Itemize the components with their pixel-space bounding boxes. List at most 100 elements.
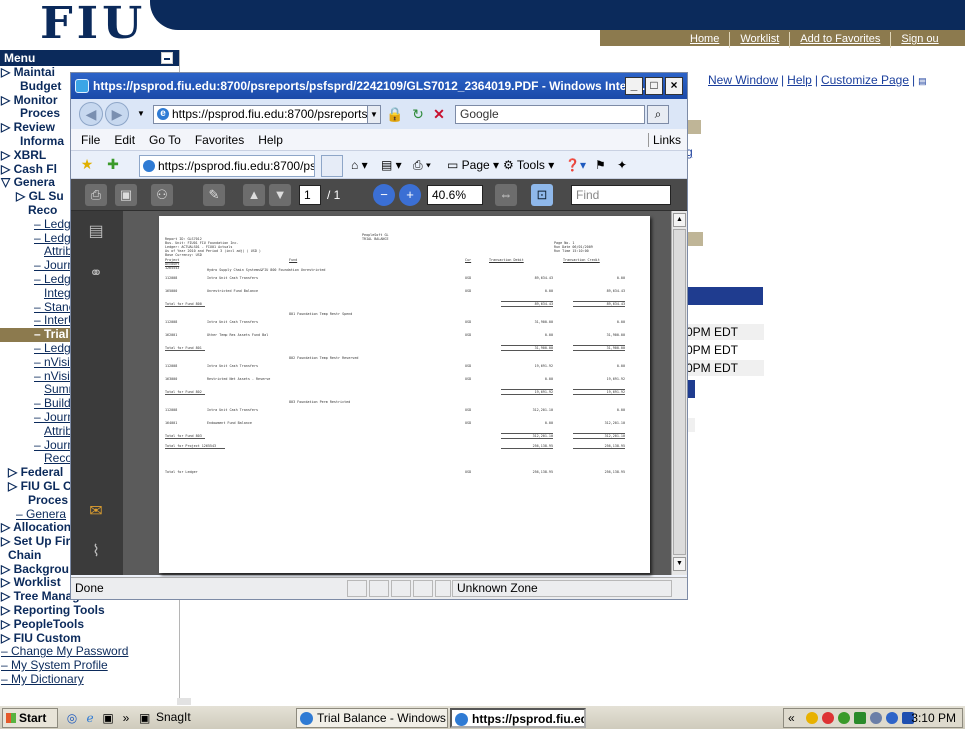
comment-icon[interactable]: ✎ — [203, 184, 225, 206]
page-number-input[interactable]: 1 — [299, 185, 321, 205]
ie-title-bar[interactable]: https://psprod.fiu.edu:8700/psreports/ps… — [71, 73, 687, 99]
sign-out-link[interactable]: Sign ou — [890, 32, 948, 48]
address-bar[interactable]: e https://psprod.fiu.edu:8700/psreports/… — [153, 105, 373, 124]
lock-icon[interactable]: 🔒 — [385, 104, 405, 124]
security-tray-icon[interactable] — [806, 712, 818, 724]
worklist-link[interactable]: Worklist — [729, 32, 789, 48]
menu-file[interactable]: File — [81, 133, 100, 147]
snagit-quicklaunch-icon[interactable]: ▣ — [100, 710, 116, 726]
previous-page-icon[interactable]: ▲ — [243, 184, 265, 206]
new-window-link[interactable]: New Window — [708, 73, 778, 87]
scroll-up-icon[interactable]: ▲ — [673, 213, 686, 227]
menu-help[interactable]: Help — [258, 133, 283, 147]
zoom-in-icon[interactable]: + — [399, 184, 421, 206]
ie-icon — [75, 79, 89, 93]
minimize-icon[interactable]: _ — [625, 77, 643, 95]
fit-page-icon[interactable]: ⊡ — [531, 184, 553, 206]
add-to-favorites-link[interactable]: Add to Favorites — [789, 32, 890, 48]
scroll-down-icon[interactable]: ▼ — [673, 557, 686, 571]
network-tray-icon[interactable] — [822, 712, 834, 724]
debit-amount: 312,201.10 — [532, 408, 553, 412]
customize-page-link[interactable]: Customize Page — [821, 73, 909, 87]
messenger-icon[interactable]: ✦ — [617, 156, 627, 174]
bookmarks-icon[interactable]: ⚭ — [85, 263, 107, 285]
page-menu[interactable]: ▭ Page ▾ — [447, 156, 499, 174]
page-total: / 1 — [327, 188, 341, 202]
home-link[interactable]: Home — [680, 32, 729, 48]
menu-item[interactable]: ▷ Reporting Tools — [0, 603, 179, 618]
ie-status-bar: Done Unknown Zone — [71, 577, 687, 599]
col-debit: Transaction Debit — [489, 258, 524, 262]
browser-tab[interactable]: https://psprod.fiu.edu:8700/psrepor... — [139, 155, 315, 177]
zoom-out-icon[interactable]: − — [373, 184, 395, 206]
research-icon[interactable]: ⚑ — [595, 156, 606, 174]
start-button[interactable]: Start — [2, 708, 58, 728]
search-input[interactable]: Google — [455, 105, 645, 124]
share-icon[interactable]: ⚇ — [151, 184, 173, 206]
refresh-icon[interactable]: ↻ — [408, 104, 428, 124]
menu-header: Menu — [0, 50, 179, 66]
taskbar-item-pdf[interactable]: https://psprod.fiu.ed... — [450, 708, 586, 728]
next-page-icon[interactable]: ▼ — [269, 184, 291, 206]
col-credit: Transaction Credit — [563, 258, 600, 262]
tools-menu[interactable]: ⚙ Tools ▾ — [503, 156, 554, 174]
add-favorite-icon[interactable]: ✚ — [103, 154, 123, 174]
pdf-vertical-scrollbar[interactable]: ▲ ▼ — [671, 211, 687, 575]
back-button[interactable]: ◀ — [79, 102, 103, 126]
rule-line — [573, 394, 625, 395]
feeds-icon[interactable]: ▤ ▾ — [381, 156, 402, 174]
menu-item[interactable]: – My Dictionary — [0, 672, 179, 687]
quicklaunch-icon[interactable]: ◎ — [64, 710, 80, 726]
ie-quicklaunch-icon[interactable]: ℯ — [82, 710, 98, 726]
security-zone[interactable]: Unknown Zone — [452, 580, 672, 597]
favorites-star-icon[interactable]: ★ — [77, 154, 97, 174]
find-input[interactable]: Find — [571, 185, 671, 205]
attachments-icon[interactable]: ⌇ — [85, 541, 107, 563]
recent-pages-icon[interactable]: ▼ — [131, 104, 151, 124]
menu-item[interactable]: ▷ FIU Custom — [0, 631, 179, 646]
debit-amount: 0.00 — [544, 421, 553, 425]
print-icon[interactable]: ⎙ — [85, 184, 107, 206]
update-tray-icon[interactable] — [870, 712, 882, 724]
collapse-menu-icon[interactable] — [161, 52, 173, 64]
menu-go-to[interactable]: Go To — [149, 133, 181, 147]
tray-expand-icon[interactable]: « — [788, 709, 795, 727]
menu-favorites[interactable]: Favorites — [195, 133, 244, 147]
ledger-total-label: Total for Ledger — [165, 470, 198, 474]
rule-line — [501, 448, 553, 449]
links-toolbar[interactable]: Links — [647, 132, 681, 147]
print-icon[interactable]: ⎙ ▾ — [413, 156, 431, 174]
save-icon[interactable]: ▣ — [115, 184, 137, 206]
address-dropdown[interactable]: ▼ — [367, 105, 381, 124]
fit-width-icon[interactable]: ⇔ — [495, 184, 517, 206]
comments-icon[interactable]: ✉ — [85, 501, 107, 523]
help-link[interactable]: Help — [787, 73, 812, 87]
credit-amount: 31,900.00 — [606, 333, 625, 337]
pages-icon[interactable]: ▤ — [85, 221, 107, 243]
menu-item[interactable]: – Change My Password — [0, 645, 179, 659]
zoom-level-input[interactable]: 40.6% — [427, 185, 483, 205]
help-icon[interactable]: ❓▾ — [565, 156, 586, 174]
close-icon[interactable]: × — [665, 77, 683, 95]
window-controls: _ □ × — [625, 77, 683, 95]
search-icon[interactable]: ⌕ — [647, 105, 669, 124]
maximize-icon[interactable]: □ — [645, 77, 663, 95]
http-icon[interactable]: ▤ — [918, 76, 927, 86]
stop-icon[interactable]: ✕ — [429, 104, 449, 124]
rule-line — [501, 306, 553, 307]
scroll-thumb[interactable] — [673, 229, 686, 555]
menu-item[interactable]: – My System Profile — [0, 658, 179, 673]
taskbar-item-trial-balance[interactable]: Trial Balance - Windows I... — [296, 708, 448, 728]
home-icon[interactable]: ⌂ ▾ — [351, 156, 368, 174]
menu-edit[interactable]: Edit — [114, 133, 135, 147]
more-icon[interactable]: » — [118, 710, 134, 726]
new-tab-button[interactable] — [321, 155, 343, 177]
signal-tray-icon[interactable] — [854, 712, 866, 724]
connection-tray-icon[interactable] — [838, 712, 850, 724]
menu-scrollbar[interactable] — [177, 698, 191, 705]
taskbar-item-snagit[interactable]: ▣ SnagIt — [136, 708, 208, 728]
menu-item[interactable]: ▷ PeopleTools — [0, 617, 179, 632]
forward-button[interactable]: ▶ — [105, 102, 129, 126]
ie-icon — [455, 713, 468, 726]
s-tray-icon[interactable] — [886, 712, 898, 724]
